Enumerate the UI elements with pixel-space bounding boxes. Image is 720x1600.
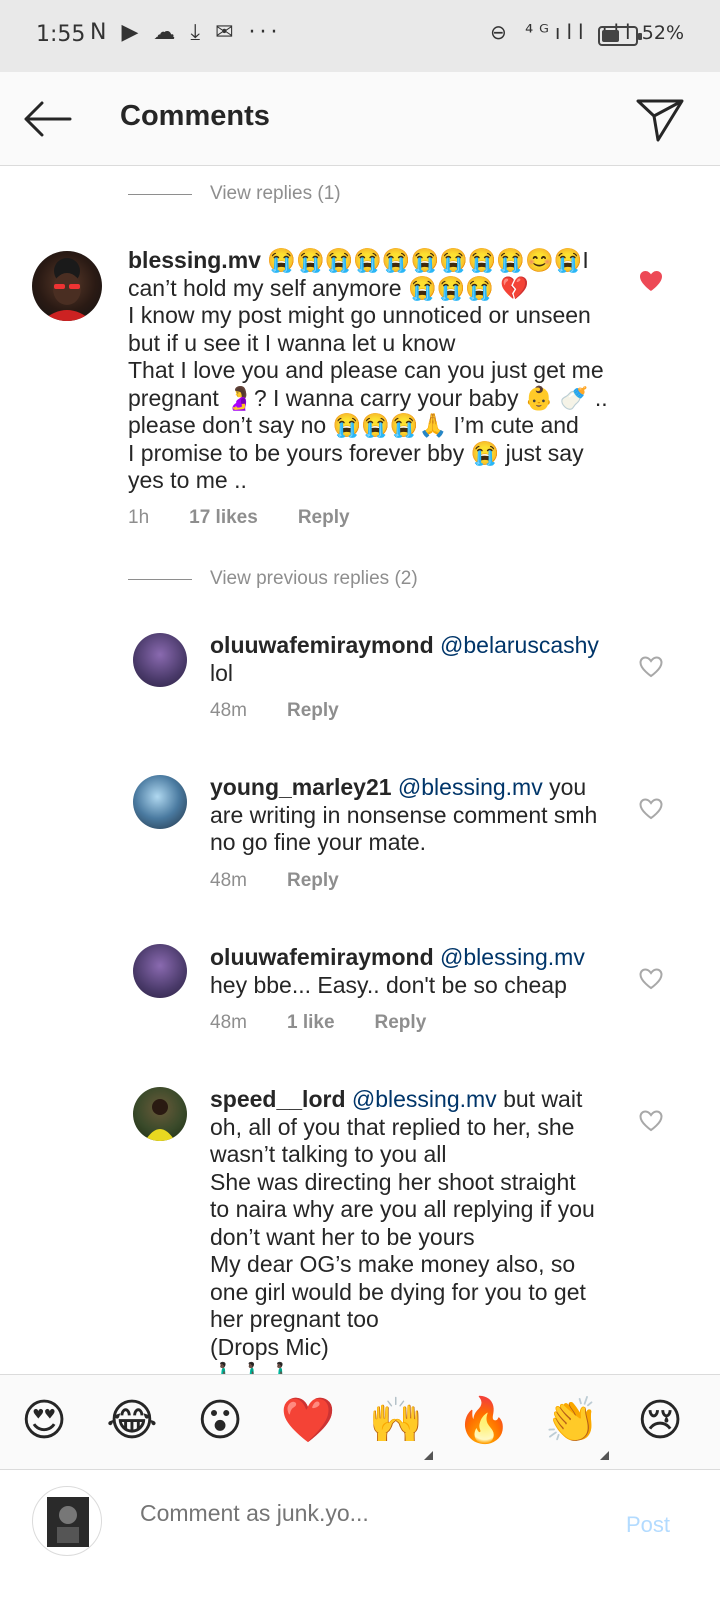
current-user-avatar bbox=[32, 1486, 102, 1556]
heart-outline-icon[interactable] bbox=[638, 797, 664, 821]
reply-mention[interactable]: @blessing.mv bbox=[440, 944, 585, 970]
reply-line: are writing in nonsense comment smh bbox=[210, 801, 598, 828]
battery-percent: 52% bbox=[641, 22, 684, 44]
comment-input[interactable] bbox=[140, 1500, 580, 1527]
comment-line: but if u see it I wanna let u know bbox=[128, 329, 456, 356]
avatar[interactable] bbox=[32, 251, 102, 321]
reply-line: don’t want her to be yours bbox=[210, 1223, 475, 1250]
reply-meta: 48m 1 like Reply bbox=[210, 1012, 426, 1034]
comment-line: pregnant 🤰? I wanna carry your baby 👶 🍼 … bbox=[128, 384, 608, 411]
reply-button[interactable]: Reply bbox=[298, 507, 350, 529]
comment-line: That I love you and please can you just … bbox=[128, 357, 604, 383]
post-button[interactable]: Post bbox=[626, 1512, 670, 1538]
battery-level bbox=[602, 30, 619, 42]
skin-tone-indicator-icon bbox=[424, 1451, 433, 1460]
avatar-image bbox=[145, 1099, 175, 1141]
comment-line: I know my post might go unnoticed or uns… bbox=[128, 302, 591, 328]
reply-time: 48m bbox=[210, 1012, 247, 1033]
reply-button[interactable]: Reply bbox=[287, 700, 339, 722]
laughing-emoji-button[interactable]: 😂 bbox=[102, 1393, 162, 1449]
notification-icons: N ▶ ☁ ⤓ ✉ ··· bbox=[90, 20, 282, 45]
comment-line: 😭😭😭😭😭😭😭😭😭😊😭I bbox=[267, 247, 589, 273]
surprised-emoji-button[interactable]: 😮 bbox=[190, 1393, 250, 1449]
paper-plane-icon bbox=[636, 99, 684, 142]
reply-time: 48m bbox=[210, 870, 247, 891]
heart-outline-icon[interactable] bbox=[638, 967, 664, 991]
back-button[interactable] bbox=[20, 94, 76, 144]
reply-text: oluuwafemiraymond @belaruscashy lol bbox=[210, 632, 620, 687]
heart-eyes-emoji-button[interactable]: 😍 bbox=[14, 1393, 74, 1449]
reply-time: 48m bbox=[210, 700, 247, 721]
battery-icon bbox=[598, 26, 642, 46]
reply-line: one girl would be dying for you to get bbox=[210, 1278, 586, 1305]
view-previous-label: View previous replies (2) bbox=[210, 568, 418, 589]
view-replies-label: View replies (1) bbox=[210, 183, 341, 204]
reply-mention[interactable]: @blessing.mv bbox=[352, 1086, 497, 1112]
reply-text: oluuwafemiraymond @blessing.mv hey bbe..… bbox=[210, 944, 620, 999]
back-arrow-icon bbox=[24, 101, 72, 137]
direct-share-button[interactable] bbox=[634, 94, 686, 144]
reply-line: lol bbox=[210, 659, 234, 686]
fire-emoji-button[interactable]: 🔥 bbox=[454, 1393, 514, 1449]
reply-line: She was directing her shoot straight bbox=[210, 1168, 576, 1195]
heart-outline-icon[interactable] bbox=[638, 1109, 664, 1133]
reply-line: wasn’t talking to you all bbox=[210, 1141, 447, 1167]
reply-meta: 48m Reply bbox=[210, 700, 339, 722]
comments-list[interactable]: View replies (1) blessing.mv 😭😭😭😭😭😭😭😭😭😊😭… bbox=[0, 167, 720, 1374]
reply-meta: 48m Reply bbox=[210, 870, 339, 892]
reply-mention[interactable]: @belaruscashy bbox=[440, 632, 599, 658]
comment-username[interactable]: blessing.mv bbox=[128, 247, 261, 273]
header: Comments bbox=[0, 72, 720, 166]
reply-username[interactable]: speed__lord bbox=[210, 1086, 346, 1112]
reply-text: speed__lord @blessing.mv but wait oh, al… bbox=[210, 1086, 620, 1374]
main-comment-meta: 1h 17 likes Reply bbox=[128, 507, 350, 529]
reply-line: but wait bbox=[496, 1086, 583, 1112]
comment-line: I promise to be yours forever bby 😭 just… bbox=[128, 439, 584, 466]
comment-composer: Post bbox=[0, 1470, 720, 1600]
comment-line: can’t hold my self anymore 😭😭😭 💔 bbox=[128, 274, 529, 301]
status-bar: 1:55 N ▶ ☁ ⤓ ✉ ··· ⊖ ⁴ᴳıll ıll 52% bbox=[0, 0, 720, 72]
view-previous-replies-link[interactable]: View previous replies (2) bbox=[128, 568, 418, 590]
reply-mention[interactable]: @blessing.mv bbox=[398, 774, 543, 800]
avatar[interactable] bbox=[133, 944, 187, 998]
crying-emoji-button[interactable]: 😢 bbox=[630, 1393, 690, 1449]
comment-line: yes to me .. bbox=[128, 467, 247, 493]
reply-line: oh, all of you that replied to her, she bbox=[210, 1113, 575, 1140]
likes-count[interactable]: 1 like bbox=[287, 1012, 335, 1034]
reply-line: her pregnant too bbox=[210, 1306, 379, 1332]
reply-button[interactable]: Reply bbox=[287, 870, 339, 892]
avatar[interactable] bbox=[133, 633, 187, 687]
reply-line: 🚶🏿‍♂️🚶🏿‍♂️🚶🏿‍♂️ bbox=[210, 1361, 296, 1374]
status-time: 1:55 bbox=[36, 22, 86, 47]
avatar[interactable] bbox=[133, 1087, 187, 1141]
page-title: Comments bbox=[120, 100, 270, 132]
raised-hands-emoji-button[interactable]: 🙌 bbox=[366, 1393, 426, 1449]
avatar-image bbox=[42, 258, 92, 321]
reply-line: hey bbe... Easy.. don't be so cheap bbox=[210, 971, 567, 998]
reply-username[interactable]: young_marley21 bbox=[210, 774, 392, 800]
emoji-reaction-bar: 😍 😂 😮 ❤️ 🙌 🔥 👏 😢 bbox=[0, 1374, 720, 1470]
skin-tone-indicator-icon bbox=[600, 1451, 609, 1460]
reply-line: (Drops Mic) bbox=[210, 1333, 329, 1360]
reply-text: young_marley21 @blessing.mv you are writ… bbox=[210, 774, 620, 857]
reply-username[interactable]: oluuwafemiraymond bbox=[210, 944, 434, 970]
heart-filled-icon[interactable] bbox=[638, 269, 664, 293]
comment-time: 1h bbox=[128, 507, 150, 528]
reply-line: you bbox=[542, 774, 587, 800]
avatar-image bbox=[47, 1497, 89, 1547]
main-comment-text: blessing.mv 😭😭😭😭😭😭😭😭😭😊😭I can’t hold my s… bbox=[128, 247, 618, 495]
clapping-emoji-button[interactable]: 👏 bbox=[542, 1393, 602, 1449]
reply-line: to naira why are you all replying if you bbox=[210, 1196, 595, 1222]
reply-line: no go fine your mate. bbox=[210, 829, 427, 855]
heart-outline-icon[interactable] bbox=[638, 655, 664, 679]
reply-username[interactable]: oluuwafemiraymond bbox=[210, 632, 434, 658]
likes-count[interactable]: 17 likes bbox=[189, 507, 258, 529]
view-replies-link[interactable]: View replies (1) bbox=[128, 183, 341, 205]
heart-emoji-button[interactable]: ❤️ bbox=[278, 1393, 338, 1449]
avatar[interactable] bbox=[133, 775, 187, 829]
reply-button[interactable]: Reply bbox=[375, 1012, 427, 1034]
reply-line: My dear OG’s make money also, so bbox=[210, 1251, 576, 1277]
comment-line: please don’t say no 😭😭😭🙏 I’m cute and bbox=[128, 412, 579, 438]
